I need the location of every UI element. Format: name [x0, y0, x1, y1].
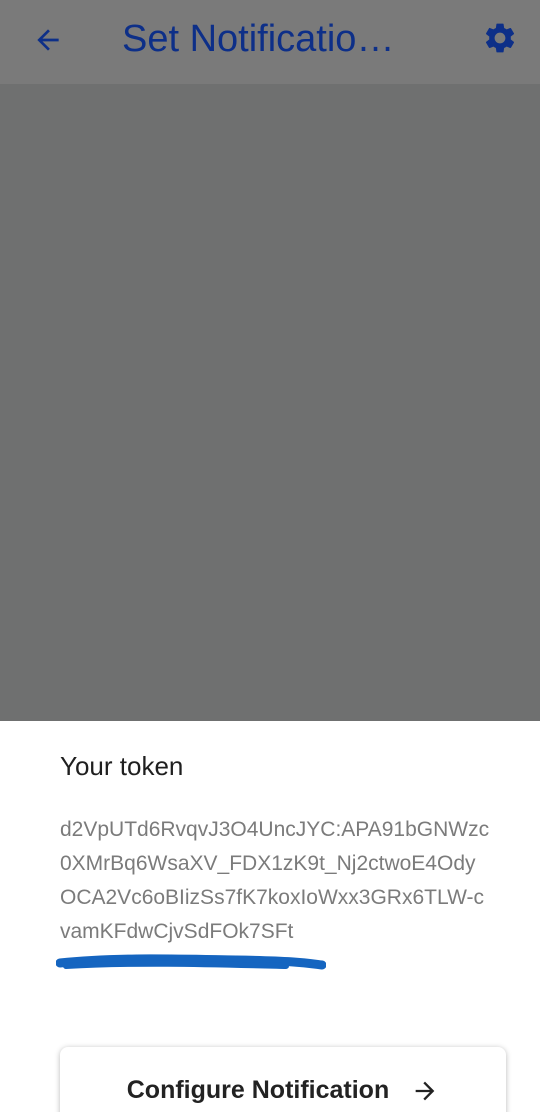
- back-button[interactable]: [28, 20, 68, 60]
- bottom-sheet: Your token d2VpUTd6RvqvJ3O4UncJYC:APA91b…: [0, 721, 540, 1112]
- gear-icon: [485, 23, 515, 53]
- token-heading: Your token: [60, 751, 184, 781]
- token-value: d2VpUTd6RvqvJ3O4UncJYC:APA91bGNWzc0XMrBq…: [60, 818, 490, 943]
- configure-notification-button[interactable]: Configure Notification: [60, 1047, 506, 1112]
- redaction-scribble: [56, 954, 326, 970]
- modal-scrim[interactable]: [0, 84, 540, 721]
- app-bar: Set Notificatio…: [0, 0, 540, 84]
- arrow-back-icon: [37, 29, 59, 51]
- arrow-right-icon: [415, 1081, 435, 1101]
- page-title: Set Notificatio…: [122, 18, 395, 60]
- settings-button[interactable]: [480, 18, 520, 58]
- screen: Set Notificatio… Your token d2VpUTd6Rvqv…: [0, 0, 540, 1112]
- configure-notification-label: Configure Notification: [126, 1076, 390, 1104]
